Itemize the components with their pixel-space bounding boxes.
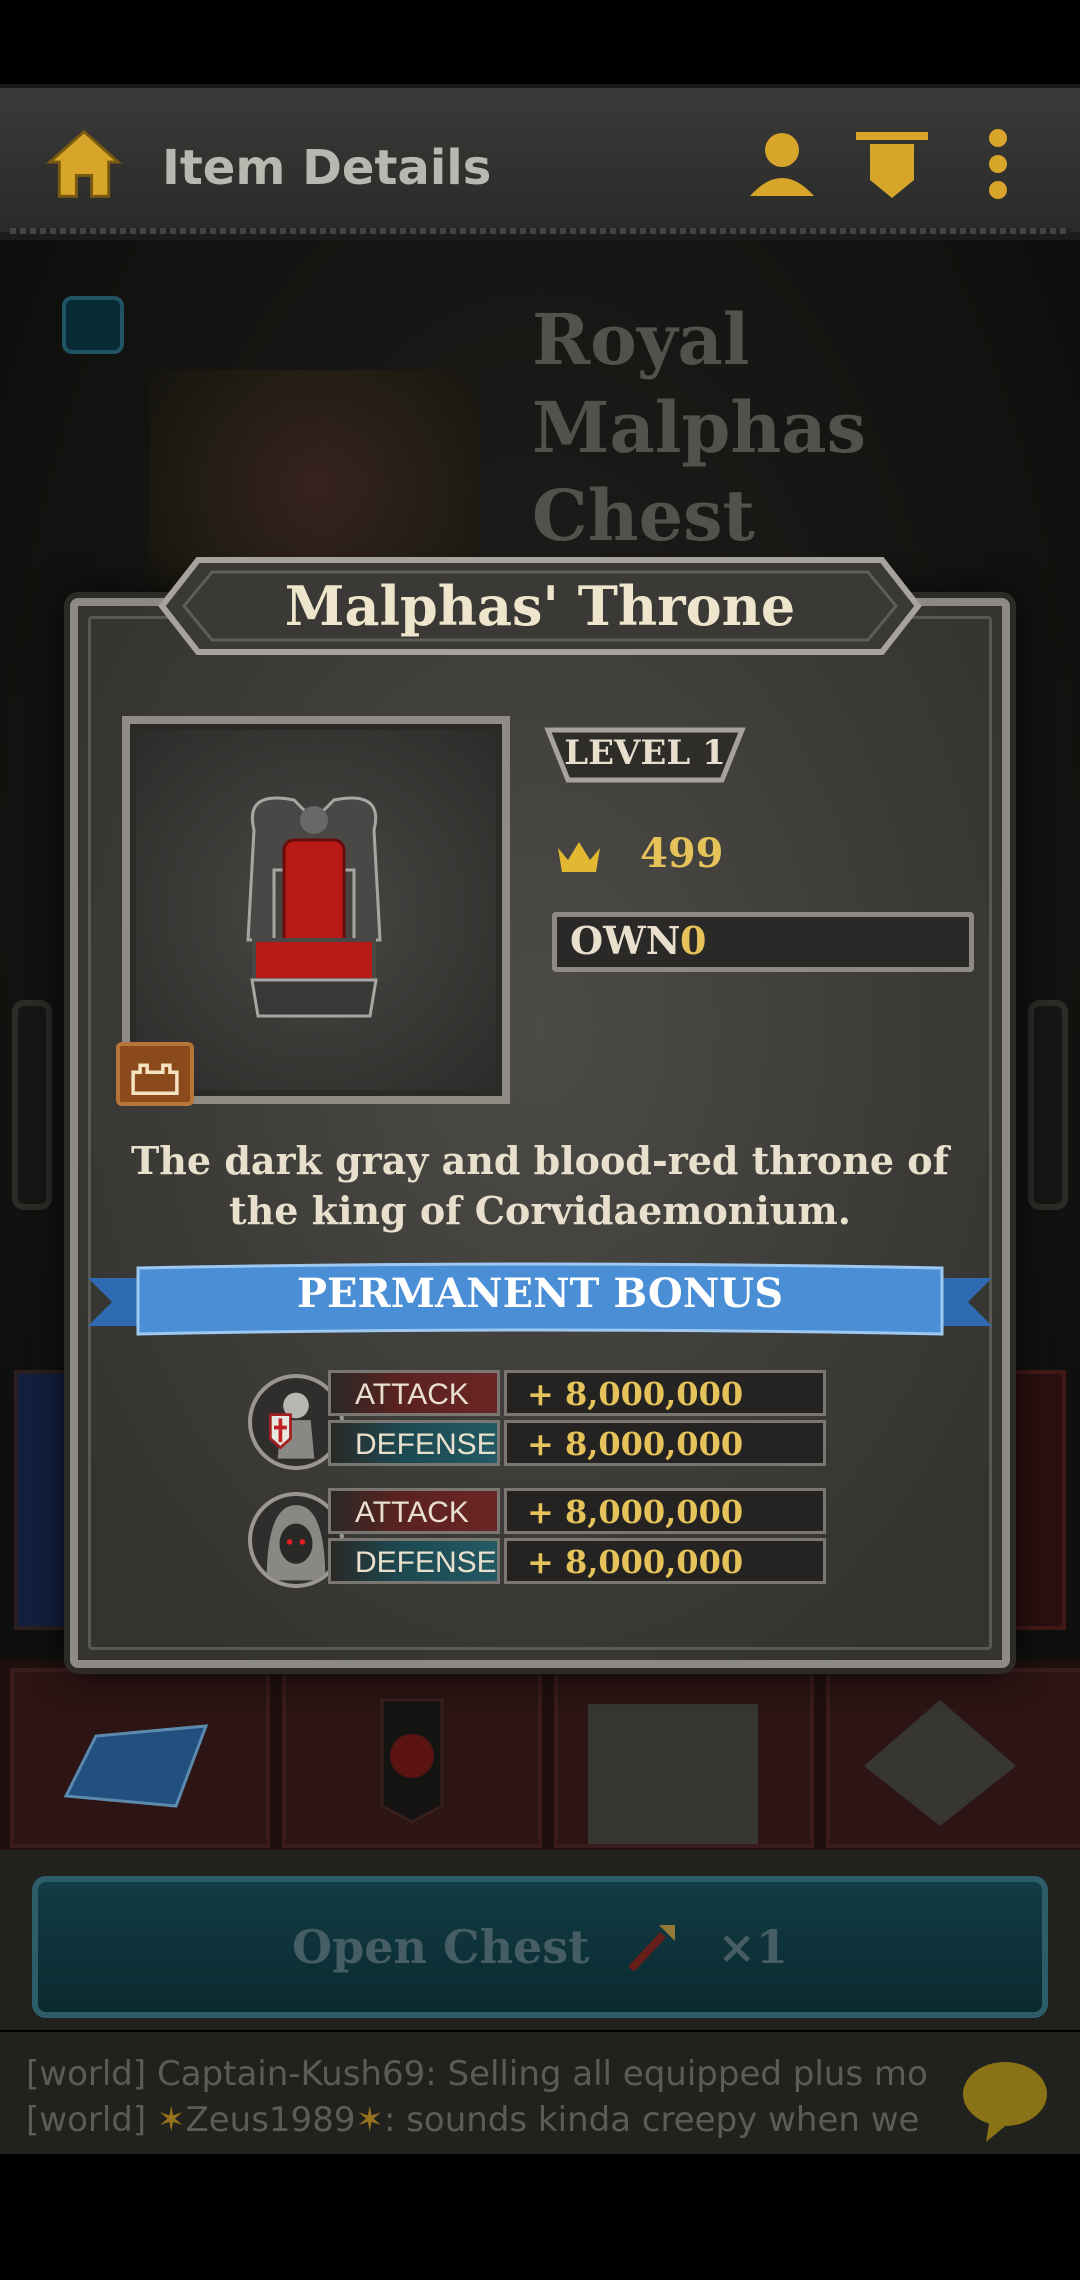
defense-value: + 8,000,000 [504, 1420, 826, 1466]
defense-label: DEFENSE [328, 1538, 500, 1584]
bonus-group-hooded: ATTACK + 8,000,000 DEFENSE + 8,000,000 [248, 1488, 828, 1592]
bonus-header: PERMANENT BONUS [296, 1270, 784, 1317]
modal-title: Malphas' Throne [284, 574, 796, 638]
throne-icon [246, 796, 382, 1018]
item-level: LEVEL 1 [564, 733, 726, 773]
profile-icon[interactable] [742, 124, 822, 204]
attack-label: ATTACK [328, 1370, 500, 1416]
status-area [0, 0, 1080, 84]
attack-bonus-row: ATTACK + 8,000,000 [328, 1488, 828, 1534]
castle-icon [116, 1042, 194, 1106]
defense-bonus-row: DEFENSE + 8,000,000 [328, 1538, 828, 1584]
defense-bonus-row: DEFENSE + 8,000,000 [328, 1420, 828, 1466]
attack-value: + 8,000,000 [504, 1488, 826, 1534]
shop-sign-icon[interactable] [852, 124, 932, 204]
nav-bar-area [0, 2154, 1080, 2280]
defense-value: + 8,000,000 [504, 1538, 826, 1584]
attack-bonus-row: ATTACK + 8,000,000 [328, 1370, 828, 1416]
bonus-group-knight: ATTACK + 8,000,000 DEFENSE + 8,000,000 [248, 1370, 828, 1474]
attack-label: ATTACK [328, 1488, 500, 1534]
own-value: 0 [680, 918, 707, 963]
page-title: Item Details [162, 140, 492, 196]
defense-label: DEFENSE [328, 1420, 500, 1466]
more-vertical-icon[interactable] [958, 124, 1038, 204]
own-label: OWN [570, 918, 681, 963]
attack-value: + 8,000,000 [504, 1370, 826, 1416]
item-description: The dark gray and blood-red throne of th… [131, 1138, 949, 1233]
item-price: 499 [640, 830, 724, 877]
crown-icon [558, 842, 600, 872]
top-header: Item Details [0, 84, 1080, 240]
home-icon[interactable] [46, 126, 122, 202]
